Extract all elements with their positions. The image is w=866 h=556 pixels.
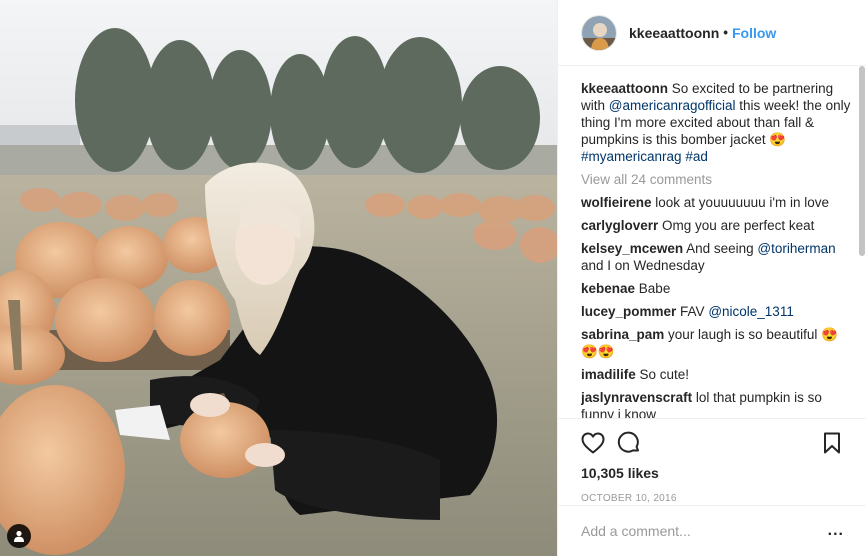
action-icons (581, 431, 844, 455)
comment-text: FAV (676, 304, 709, 319)
comment-button[interactable] (617, 431, 641, 455)
photo-illustration (0, 0, 557, 556)
caption-emoji: 😍 (769, 132, 787, 147)
comment-item: imadilife So cute! (581, 366, 851, 383)
comments-list: kkeeaattoonn So excited to be partnering… (581, 80, 851, 418)
comment-text-after: and I on Wednesday (581, 258, 705, 273)
caption-username[interactable]: kkeeaattoonn (581, 81, 668, 96)
comment-username[interactable]: jaslynravenscraft (581, 390, 692, 405)
heart-icon (581, 432, 605, 454)
view-all-comments-link[interactable]: View all 24 comments (581, 171, 851, 188)
comment-text: Omg you are perfect keat (658, 218, 815, 233)
user-tag-button[interactable] (7, 524, 31, 548)
comment-username[interactable]: imadilife (581, 367, 636, 382)
comments-scrollbar[interactable] (859, 66, 865, 256)
comment-item: wolfieirene look at youuuuuuu i'm in lov… (581, 194, 851, 211)
caption-hashtag-2[interactable]: #ad (685, 149, 708, 164)
bookmark-icon (824, 432, 840, 454)
likes-count[interactable]: 10,305 likes (581, 465, 844, 481)
avatar-image (582, 15, 616, 50)
comment-username[interactable]: kebenae (581, 281, 635, 296)
comment-text: Babe (635, 281, 671, 296)
comment-text: look at youuuuuuu i'm in love (651, 195, 829, 210)
comment-item: kelsey_mcewen And seeing @toriherman and… (581, 240, 851, 274)
comment-item: kebenae Babe (581, 280, 851, 297)
comment-item: carlygloverr Omg you are perfect keat (581, 217, 851, 234)
person-tag-icon (14, 530, 24, 542)
post-header: kkeeaattoonn • Follow (558, 0, 866, 66)
comment-input[interactable] (581, 523, 820, 539)
comment-username[interactable]: wolfieirene (581, 195, 652, 210)
comment-text: And seeing (683, 241, 758, 256)
comment-mention[interactable]: @nicole_1311 (708, 304, 794, 319)
comment-item: jaslynravenscraft lol that pumpkin is so… (581, 389, 851, 418)
caption-hashtag-1[interactable]: #myamericanrag (581, 149, 682, 164)
comment-mention[interactable]: @toriherman (757, 241, 835, 256)
follow-button[interactable]: Follow (732, 25, 776, 41)
avatar[interactable] (581, 14, 617, 51)
post-photo[interactable] (0, 0, 557, 556)
save-button[interactable] (820, 431, 844, 455)
comment-username[interactable]: kelsey_mcewen (581, 241, 683, 256)
comment-username[interactable]: carlygloverr (581, 218, 658, 233)
comment-text: your laugh is so beautiful (664, 327, 822, 342)
post-details-pane: kkeeaattoonn • Follow kkeeaattoonn So ex… (557, 0, 866, 556)
header-username[interactable]: kkeeaattoonn (629, 25, 719, 41)
post-actions: 10,305 likes October 10, 2016 (558, 418, 866, 504)
comment-icon (617, 431, 639, 453)
post-caption: kkeeaattoonn So excited to be partnering… (581, 80, 851, 165)
more-options-button[interactable]: ... (828, 522, 844, 540)
comment-item: lucey_pommer FAV @nicole_1311 (581, 303, 851, 320)
post-date[interactable]: October 10, 2016 (581, 493, 844, 504)
header-separator: • (723, 25, 728, 40)
caption-mention[interactable]: @americanragofficial (609, 98, 736, 113)
like-button[interactable] (581, 431, 605, 455)
add-comment-bar: ... (558, 505, 866, 556)
comment-username[interactable]: sabrina_pam (581, 327, 664, 342)
comment-item: sabrina_pam your laugh is so beautiful 😍… (581, 326, 851, 360)
comment-username[interactable]: lucey_pommer (581, 304, 676, 319)
comment-text: So cute! (635, 367, 690, 382)
instagram-post: kkeeaattoonn • Follow kkeeaattoonn So ex… (0, 0, 866, 556)
